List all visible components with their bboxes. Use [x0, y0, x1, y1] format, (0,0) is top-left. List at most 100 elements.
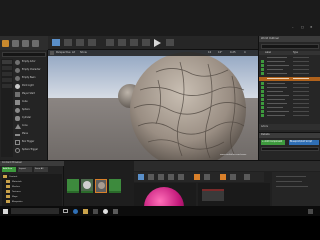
- table-row[interactable]: [259, 90, 320, 93]
- foliage-mode-icon[interactable]: [32, 40, 39, 47]
- import-button[interactable]: Import: [18, 167, 32, 172]
- perspective-button[interactable]: Perspective: [56, 51, 70, 55]
- visibility-icon[interactable]: [261, 114, 264, 117]
- list-item[interactable]: Empty Actor: [14, 59, 47, 66]
- content-icon[interactable]: [76, 39, 84, 46]
- list-item[interactable]: Empty Character: [14, 67, 47, 74]
- table-row[interactable]: [259, 56, 320, 59]
- home-icon[interactable]: [158, 174, 164, 180]
- build-icon[interactable]: [142, 39, 150, 46]
- asset-thumbnail[interactable]: [109, 179, 121, 193]
- level-viewport[interactable]: Perspective Lit Show 10 10° 0.25 4 www.m…: [48, 50, 258, 160]
- table-row[interactable]: [259, 82, 320, 85]
- visibility-icon[interactable]: [261, 68, 264, 71]
- live-preview-icon[interactable]: [220, 174, 226, 180]
- notifications-icon[interactable]: [308, 209, 313, 214]
- list-item[interactable]: Sphere: [14, 107, 47, 114]
- list-item[interactable]: Sphere Trigger: [14, 147, 47, 154]
- app-icon[interactable]: [113, 209, 118, 214]
- table-row[interactable]: [259, 72, 320, 75]
- table-row[interactable]: [259, 94, 320, 97]
- paint-mode-icon[interactable]: [12, 40, 19, 47]
- settings-icon[interactable]: [106, 39, 114, 46]
- list-item[interactable]: Textures: [3, 190, 61, 194]
- launch-icon[interactable]: [166, 39, 174, 46]
- file-explorer-icon[interactable]: [83, 209, 88, 214]
- visibility-icon[interactable]: [261, 110, 264, 113]
- list-item[interactable]: Materials: [3, 180, 61, 184]
- find-icon[interactable]: [148, 174, 154, 180]
- visibility-icon[interactable]: [261, 64, 264, 67]
- category-recent[interactable]: [2, 60, 12, 64]
- list-item[interactable]: Maps: [3, 195, 61, 199]
- visibility-icon[interactable]: [261, 102, 264, 105]
- blueprints-icon[interactable]: [118, 39, 126, 46]
- visibility-icon[interactable]: [261, 86, 264, 89]
- landscape-mode-icon[interactable]: [22, 40, 29, 47]
- table-row-selected[interactable]: [259, 77, 320, 81]
- lit-button[interactable]: Lit: [72, 51, 75, 55]
- rotation-snap-value[interactable]: 10°: [218, 51, 222, 55]
- apply-icon[interactable]: [168, 174, 174, 180]
- marketplace-icon[interactable]: [88, 39, 96, 46]
- material-preview[interactable]: [134, 183, 196, 207]
- list-item[interactable]: Box Trigger: [14, 139, 47, 146]
- visibility-icon[interactable]: [261, 98, 264, 101]
- asset-thumbnail[interactable]: [67, 179, 79, 193]
- table-row[interactable]: [259, 114, 320, 117]
- graph-node[interactable]: [202, 189, 224, 201]
- add-component-button[interactable]: + Add Component: [261, 140, 285, 145]
- details-search-input[interactable]: [261, 147, 319, 151]
- cinematics-icon[interactable]: [130, 39, 138, 46]
- table-row[interactable]: [259, 60, 320, 63]
- category-basic[interactable]: [2, 66, 12, 70]
- list-item[interactable]: Point Light: [14, 83, 47, 90]
- taskbar-search-input[interactable]: [11, 208, 59, 214]
- table-row[interactable]: [259, 98, 320, 101]
- table-row[interactable]: [259, 110, 320, 113]
- clean-up-icon[interactable]: [194, 174, 200, 180]
- unreal-engine-icon[interactable]: [103, 209, 108, 214]
- visibility-icon[interactable]: [261, 94, 264, 97]
- asset-thumbnail-selected[interactable]: [95, 179, 107, 193]
- category-lights[interactable]: [2, 72, 12, 76]
- outliner-search-input[interactable]: [261, 44, 319, 49]
- asset-thumbnail[interactable]: [81, 179, 93, 193]
- camera-speed-value[interactable]: 4: [244, 51, 246, 55]
- table-row[interactable]: [259, 86, 320, 89]
- viewport-options-button[interactable]: [50, 51, 54, 55]
- show-button[interactable]: Show: [80, 51, 87, 55]
- search-classes-input[interactable]: [2, 52, 46, 57]
- stats-icon[interactable]: [244, 174, 250, 180]
- source-control-icon[interactable]: [64, 39, 72, 46]
- list-item[interactable]: Blueprints: [3, 200, 61, 204]
- minimize-button[interactable]: –: [292, 25, 294, 29]
- save-all-button[interactable]: Save All: [34, 167, 48, 172]
- save-icon[interactable]: [52, 39, 60, 46]
- blueprint-script-button[interactable]: Blueprint/Add Script: [289, 140, 319, 145]
- hide-icon[interactable]: [230, 174, 236, 180]
- store-icon[interactable]: [93, 209, 98, 214]
- table-row[interactable]: [259, 102, 320, 105]
- list-item[interactable]: Empty Pawn: [14, 75, 47, 82]
- visibility-icon[interactable]: [261, 82, 264, 85]
- add-new-button[interactable]: Add New: [2, 167, 16, 172]
- list-item[interactable]: Cylinder: [14, 115, 47, 122]
- table-row[interactable]: [259, 106, 320, 109]
- list-item[interactable]: Content: [3, 175, 61, 179]
- list-item[interactable]: Player Start: [14, 91, 47, 98]
- list-item[interactable]: Plane: [14, 131, 47, 138]
- list-item[interactable]: Cone: [14, 123, 47, 130]
- save-icon[interactable]: [138, 174, 144, 180]
- material-graph[interactable]: [198, 183, 270, 207]
- edge-icon[interactable]: [73, 209, 78, 214]
- play-icon[interactable]: [154, 39, 161, 47]
- list-item[interactable]: Meshes: [3, 185, 61, 189]
- windows-start-icon[interactable]: [3, 209, 8, 214]
- table-row[interactable]: [259, 64, 320, 67]
- place-mode-icon[interactable]: [2, 40, 9, 47]
- category-volumes[interactable]: [2, 84, 12, 88]
- task-view-icon[interactable]: [63, 209, 68, 213]
- maximize-button[interactable]: □: [301, 25, 304, 29]
- category-visual[interactable]: [2, 78, 12, 82]
